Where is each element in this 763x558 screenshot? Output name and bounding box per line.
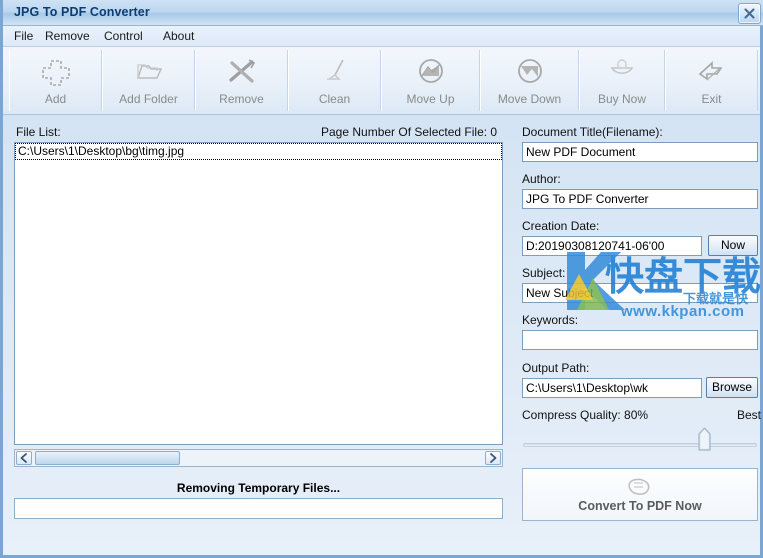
toolbar-add-label: Add <box>44 92 67 106</box>
toolbar: Add Add Folder Remove Clean Move Up Move… <box>3 47 760 115</box>
plus-icon <box>39 56 73 88</box>
document-title-input[interactable]: New PDF Document <box>522 142 758 162</box>
output-path-input[interactable]: C:\Users\1\Desktop\wk <box>522 378 702 398</box>
toolbar-move-up-label: Move Up <box>406 92 455 106</box>
chevron-right-icon <box>490 453 497 463</box>
folder-icon <box>132 56 166 88</box>
subject-label: Subject: <box>522 266 566 280</box>
browse-button[interactable]: Browse <box>706 377 758 398</box>
exit-arrow-icon <box>695 56 729 88</box>
tools-cross-icon <box>225 56 259 88</box>
compress-quality-slider-thumb[interactable] <box>698 427 711 451</box>
toolbar-add-folder-button[interactable]: Add Folder <box>102 50 195 111</box>
scroll-thumb[interactable] <box>35 451 180 465</box>
toolbar-move-down-button[interactable]: Move Down <box>480 50 579 111</box>
compress-quality-best-label: Best <box>736 408 761 422</box>
file-list-label: File List: <box>16 125 61 139</box>
now-button[interactable]: Now <box>708 235 758 256</box>
menu-bar: File Remove Control About <box>3 26 760 47</box>
toolbar-buy-now-label: Buy Now <box>597 92 647 106</box>
app-window: JPG To PDF Converter File Remove Control… <box>0 0 763 558</box>
status-text: Removing Temporary Files... <box>176 481 341 495</box>
author-input[interactable]: JPG To PDF Converter <box>522 189 758 209</box>
compress-quality-slider[interactable] <box>523 443 757 447</box>
toolbar-buy-now-button[interactable]: Buy Now <box>579 50 665 111</box>
title-bar: JPG To PDF Converter <box>3 0 763 26</box>
document-title-label: Document Title(Filename): <box>522 125 663 139</box>
document-properties-panel: Document Title(Filename): New PDF Docume… <box>517 120 763 555</box>
menu-about[interactable]: About <box>159 29 198 44</box>
keywords-input[interactable] <box>522 330 758 350</box>
toolbar-add-button[interactable]: Add <box>9 50 102 111</box>
scroll-left-button[interactable] <box>16 451 32 465</box>
toolbar-move-up-button[interactable]: Move Up <box>381 50 480 111</box>
toolbar-remove-label: Remove <box>219 92 264 106</box>
page-number-label: Page Number Of Selected File: 0 <box>321 125 498 139</box>
arrow-up-circle-icon <box>414 56 448 88</box>
cart-icon <box>605 56 639 88</box>
menu-remove[interactable]: Remove <box>41 29 94 44</box>
menu-file[interactable]: File <box>10 29 37 44</box>
keywords-label: Keywords: <box>522 313 579 327</box>
arrow-down-circle-icon <box>513 56 547 88</box>
file-list-horizontal-scrollbar[interactable] <box>14 449 503 467</box>
subject-input[interactable]: New Subject <box>522 283 758 303</box>
menu-control[interactable]: Control <box>100 29 147 44</box>
window-title: JPG To PDF Converter <box>14 5 150 19</box>
file-list[interactable]: C:\Users\1\Desktop\bg\timg.jpg <box>14 142 503 445</box>
convert-to-pdf-button[interactable]: Convert To PDF Now <box>522 468 758 521</box>
chevron-left-icon <box>20 453 27 463</box>
list-item[interactable]: C:\Users\1\Desktop\bg\timg.jpg <box>15 143 502 160</box>
toolbar-add-folder-label: Add Folder <box>119 92 178 106</box>
convert-to-pdf-label: Convert To PDF Now <box>578 499 702 513</box>
output-path-label: Output Path: <box>522 361 590 375</box>
creation-date-input[interactable]: D:20190308120741-06'00 <box>522 236 702 256</box>
toolbar-clean-button[interactable]: Clean <box>288 50 381 111</box>
toolbar-exit-button[interactable]: Exit <box>665 50 758 111</box>
progress-bar <box>14 498 503 519</box>
creation-date-label: Creation Date: <box>522 219 600 233</box>
author-label: Author: <box>522 172 561 186</box>
scroll-right-button[interactable] <box>485 451 501 465</box>
toolbar-exit-label: Exit <box>701 92 722 106</box>
close-button[interactable] <box>738 3 761 24</box>
broom-icon <box>318 56 352 88</box>
convert-hand-icon <box>620 473 660 502</box>
compress-quality-label: Compress Quality: 80% <box>522 408 649 422</box>
toolbar-remove-button[interactable]: Remove <box>195 50 288 111</box>
toolbar-clean-label: Clean <box>318 92 351 106</box>
close-x-icon <box>744 8 755 19</box>
toolbar-move-down-label: Move Down <box>497 92 562 106</box>
